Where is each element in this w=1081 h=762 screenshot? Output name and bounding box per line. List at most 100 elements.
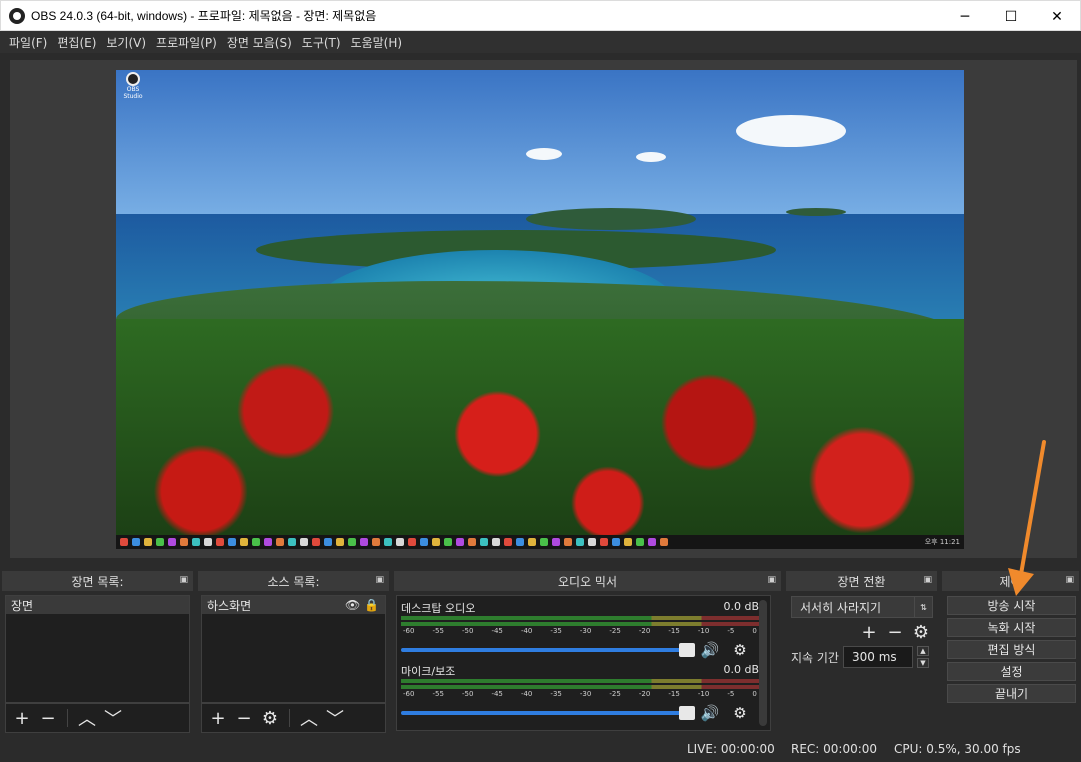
chevron-up-icon[interactable]: ︿	[298, 707, 320, 730]
menu-help[interactable]: 도움말(H)	[346, 34, 408, 51]
volume-meter	[401, 622, 759, 626]
preview-taskbar-app-icon	[300, 538, 308, 546]
preview-taskbar-app-icon	[576, 538, 584, 546]
preview-taskbar-app-icon	[600, 538, 608, 546]
preview-cloud	[636, 152, 666, 162]
studio-mode-button[interactable]: 편집 방식	[947, 640, 1076, 659]
audio-track-desktop: 데스크탑 오디오 0.0 dB -60 -55 -50 -45 -40 -35 -30 -25…	[401, 600, 759, 661]
preview-taskbar-app-icon	[624, 538, 632, 546]
sources-list[interactable]: 하스화면 👁 🔒	[201, 595, 386, 703]
volume-slider-handle[interactable]	[679, 706, 695, 720]
preview-taskbar-app-icon	[588, 538, 596, 546]
start-recording-button[interactable]: 녹화 시작	[947, 618, 1076, 637]
preview-taskbar-app-icon	[636, 538, 644, 546]
sources-dock-title: 소스 목록: ▣	[198, 571, 389, 591]
preview-taskbar-app-icon	[396, 538, 404, 546]
preview-taskbar-app-icon	[552, 538, 560, 546]
preview-taskbar-app-icon	[336, 538, 344, 546]
preview-taskbar-app-icon	[288, 538, 296, 546]
toolbar-divider	[289, 709, 290, 727]
volume-meter	[401, 685, 759, 689]
preview-taskbar-app-icon	[648, 538, 656, 546]
live-status: LIVE: 00:00:00	[687, 742, 775, 756]
gear-icon[interactable]: ⚙	[910, 621, 932, 643]
duration-spinbox[interactable]: 300 ms	[842, 646, 913, 668]
settings-button[interactable]: 설정	[947, 662, 1076, 681]
plus-icon[interactable]: +	[207, 707, 229, 729]
scenes-toolbar: + − ︿ ﹀	[5, 703, 190, 733]
minimize-button[interactable]: ─	[942, 1, 988, 32]
chevron-down-icon[interactable]: ﹀	[324, 707, 346, 730]
undock-icon[interactable]: ▣	[1065, 575, 1074, 585]
preview-taskbar-app-icon	[384, 538, 392, 546]
mixer-scrollbar[interactable]	[759, 600, 767, 726]
menu-file[interactable]: 파일(F)	[4, 34, 52, 51]
minus-icon[interactable]: −	[233, 707, 255, 729]
undock-icon[interactable]: ▣	[375, 575, 384, 585]
preview-taskbar-app-icon	[360, 538, 368, 546]
desktop-obs-icon: OBS Studio	[118, 72, 148, 100]
preview-taskbar-app-icon	[312, 538, 320, 546]
annotation-arrow	[1008, 440, 1046, 596]
lock-icon[interactable]: 🔒	[364, 598, 379, 612]
gear-icon[interactable]: ⚙	[729, 639, 751, 661]
spin-up-icon[interactable]: ▲	[916, 646, 929, 656]
gear-icon[interactable]: ⚙	[259, 707, 281, 729]
preview-taskbar-app-icon	[372, 538, 380, 546]
audio-mixer-dock: 오디오 믹서 ▣ 데스크탑 오디오 0.0 dB -60 -55 -50 -45 -40…	[394, 571, 781, 733]
volume-slider[interactable]	[401, 643, 695, 657]
exit-button[interactable]: 끝내기	[947, 684, 1076, 703]
preview-taskbar-app-icon	[528, 538, 536, 546]
volume-slider-handle[interactable]	[679, 643, 695, 657]
preview-taskbar-app-icon	[516, 538, 524, 546]
preview-taskbar-app-icon	[120, 538, 128, 546]
undock-icon[interactable]: ▣	[179, 575, 188, 585]
preview-taskbar-app-icon	[420, 538, 428, 546]
transition-select[interactable]: 서서히 사라지기 ⇅	[791, 596, 933, 618]
track-name: 데스크탑 오디오	[401, 602, 476, 615]
undock-icon[interactable]: ▣	[923, 575, 932, 585]
list-item[interactable]: 하스화면 👁 🔒	[202, 596, 385, 614]
menu-bar: 파일(F) 편집(E) 보기(V) 프로파일(P) 장면 모음(S) 도구(T)…	[0, 31, 1081, 53]
preview-taskbar-app-icon	[228, 538, 236, 546]
preview-taskbar-app-icon	[432, 538, 440, 546]
speaker-icon[interactable]: 🔊	[699, 702, 721, 724]
preview-taskbar-app-icon	[180, 538, 188, 546]
duration-label: 지속 기간	[791, 650, 839, 665]
transitions-dock: 장면 전환 ▣ 서서히 사라지기 ⇅ + − ⚙ 지속 기간 300 ms ▲ …	[786, 571, 937, 733]
audio-mixer-pane: 데스크탑 오디오 0.0 dB -60 -55 -50 -45 -40 -35 -30 -25…	[396, 595, 771, 731]
chevron-down-icon[interactable]: ﹀	[102, 707, 124, 730]
plus-icon[interactable]: +	[858, 621, 880, 643]
menu-edit[interactable]: 편집(E)	[52, 34, 101, 51]
preview-taskbar-app-icon	[156, 538, 164, 546]
undock-icon[interactable]: ▣	[767, 575, 776, 585]
chevron-up-icon[interactable]: ︿	[76, 707, 98, 730]
close-button[interactable]: ✕	[1034, 1, 1080, 32]
maximize-button[interactable]: ☐	[988, 1, 1034, 32]
menu-tools[interactable]: 도구(T)	[297, 34, 346, 51]
volume-meter	[401, 679, 759, 683]
preview-island	[786, 208, 846, 216]
preview-taskbar-app-icon	[564, 538, 572, 546]
menu-view[interactable]: 보기(V)	[101, 34, 151, 51]
preview-taskbar-icons	[120, 538, 668, 546]
preview-taskbar-app-icon	[192, 538, 200, 546]
scenes-list[interactable]: 장면	[5, 595, 190, 703]
menu-scene-collection[interactable]: 장면 모음(S)	[222, 34, 297, 51]
plus-icon[interactable]: +	[11, 707, 33, 729]
list-item[interactable]: 장면	[6, 596, 189, 614]
volume-slider[interactable]	[401, 706, 695, 720]
eye-icon[interactable]: 👁	[345, 598, 360, 612]
preview-canvas[interactable]: OBS Studio 오후 11:21	[116, 70, 964, 549]
menu-profile[interactable]: 프로파일(P)	[151, 34, 222, 51]
minus-icon[interactable]: −	[37, 707, 59, 729]
spin-down-icon[interactable]: ▼	[916, 658, 929, 668]
volume-meter	[401, 616, 759, 620]
gear-icon[interactable]: ⚙	[729, 702, 751, 724]
preview-area[interactable]: OBS Studio 오후 11:21	[10, 60, 1077, 558]
preview-taskbar-app-icon	[276, 538, 284, 546]
speaker-icon[interactable]: 🔊	[699, 639, 721, 661]
preview-taskbar-app-icon	[444, 538, 452, 546]
minus-icon[interactable]: −	[884, 621, 906, 643]
meter-ticks: -60 -55 -50 -45 -40 -35 -30 -25 -20 -15 -10 -5 0	[403, 627, 757, 635]
